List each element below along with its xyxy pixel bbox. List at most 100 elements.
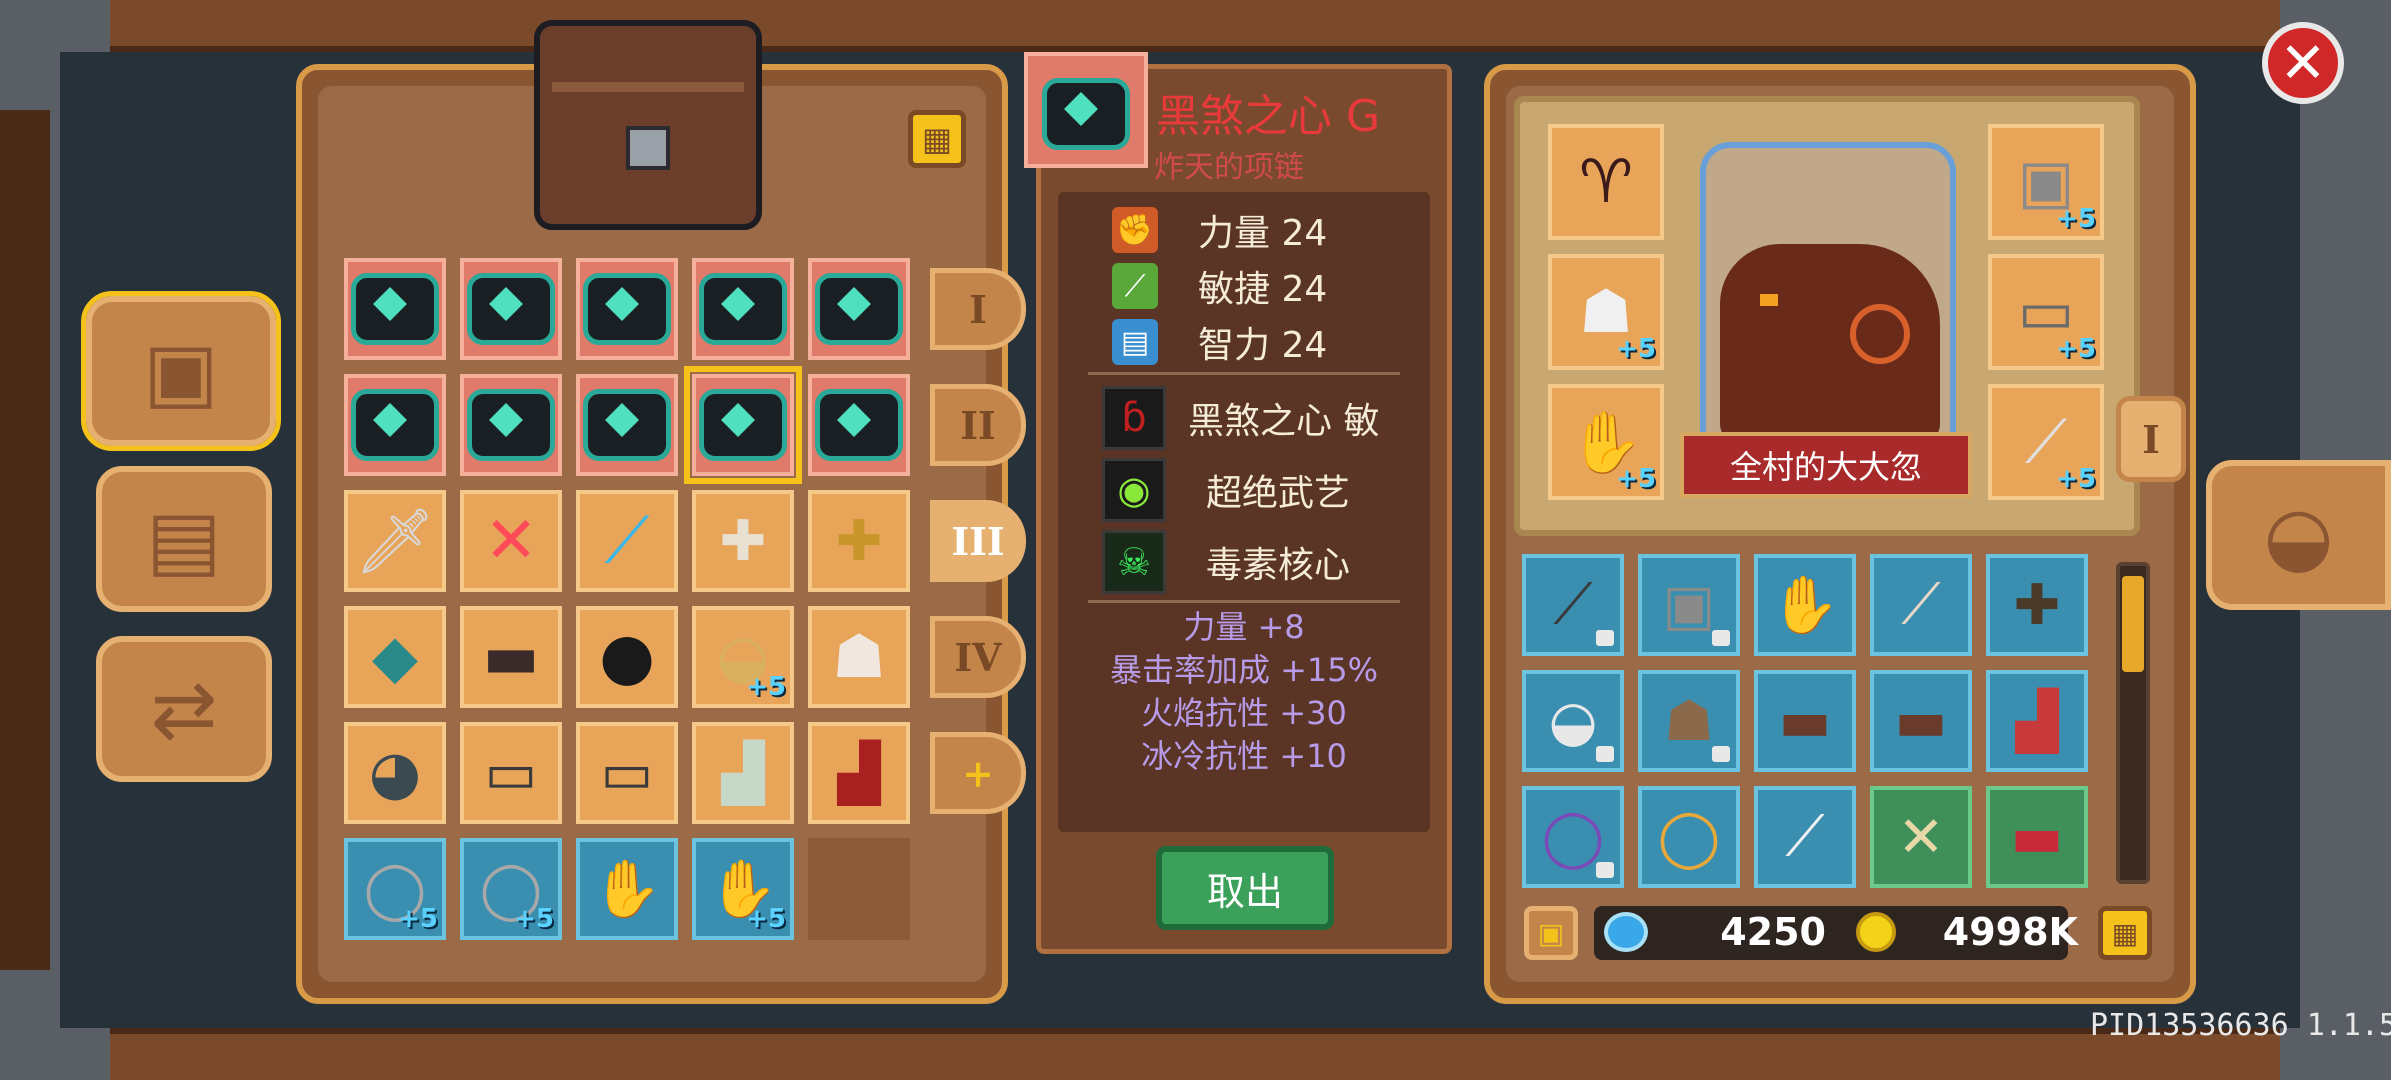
boots-icon: ▟	[2015, 688, 2059, 754]
skill-label: 超绝武艺	[1206, 473, 1351, 514]
backpack-slot[interactable]: ◒	[1522, 670, 1624, 772]
lock-toggle-button[interactable]: ▣	[1524, 906, 1578, 960]
storage-slot[interactable]	[344, 258, 446, 360]
backpack-slot[interactable]: ◯	[1522, 786, 1624, 888]
chest-armor-icon: ▬	[482, 622, 540, 692]
equip-slot-belt[interactable]: ▭ +5	[1988, 254, 2104, 370]
item-name: 黑煞之心 G	[1156, 91, 1381, 142]
storage-slot[interactable]: ✋	[576, 838, 678, 940]
gold-ring-icon: ◯	[1657, 804, 1721, 870]
storage-slot[interactable]	[576, 258, 678, 360]
backpack-slot[interactable]: ▬	[1754, 670, 1856, 772]
storage-slot[interactable]	[460, 374, 562, 476]
upgrade-badge: +5	[746, 904, 786, 934]
upgrade-badge: +5	[1616, 334, 1656, 364]
tab-label: I	[2142, 416, 2160, 462]
crossed-swords-icon: ✕	[1897, 804, 1945, 870]
equip-slot-necklace[interactable]: ♈	[1548, 124, 1664, 240]
bonus-line: 力量 +8	[1183, 608, 1305, 646]
blue-sword-icon: ⟋	[604, 504, 650, 578]
take-out-label: 取出	[1206, 869, 1283, 914]
backpack-slot[interactable]: ◯	[1638, 786, 1740, 888]
storage-slot[interactable]: ▬	[460, 606, 562, 708]
feather-icon: ⟋	[1785, 804, 1825, 869]
divider	[1088, 600, 1400, 603]
base-stats: ✊ 力量 24 ⟋ 敏捷 24 ▤ 智力 24	[1058, 202, 1430, 370]
lock-icon	[1596, 746, 1614, 762]
backpack-slot[interactable]: ▬	[1870, 670, 1972, 772]
character-name: 全村的大大忽	[1729, 448, 1922, 486]
storage-slot[interactable]	[344, 374, 446, 476]
necklace-item-icon	[583, 389, 671, 461]
backpack-slot[interactable]: ⟋	[1522, 554, 1624, 656]
tab-label: II	[960, 402, 996, 448]
upgrade-badge: +5	[2056, 464, 2096, 494]
sidebar-trade-button[interactable]: ⇄	[96, 636, 272, 782]
storage-slot[interactable]	[576, 374, 678, 476]
backpack-slot[interactable]: ▬	[1986, 786, 2088, 888]
sort-grid-button[interactable]: ▦	[2098, 906, 2152, 960]
upgrade-badge: +5	[1616, 464, 1656, 494]
storage-slot[interactable]: ✕	[460, 490, 562, 592]
backpack-scrollbar[interactable]	[2116, 562, 2150, 884]
storage-tab-3[interactable]: III	[930, 500, 1026, 582]
hero-select-button[interactable]: ◒	[2206, 460, 2391, 610]
storage-slot[interactable]: ◯ +5	[460, 838, 562, 940]
skill-label: 毒素核心	[1206, 545, 1351, 586]
character-tab-1[interactable]: I	[2116, 396, 2186, 482]
storage-tab-add[interactable]: +	[930, 732, 1026, 814]
sidebar-chest-button[interactable]: ▣	[81, 291, 281, 451]
equip-slot-weapon[interactable]: ⟋ +5	[1988, 384, 2104, 500]
backpack-slot[interactable]: ✕	[1870, 786, 1972, 888]
storage-slot[interactable]: ▭	[576, 722, 678, 824]
dark-helmet-icon: ●	[599, 620, 655, 694]
storage-slot[interactable]: ◕	[344, 722, 446, 824]
storage-slot[interactable]	[692, 258, 794, 360]
backpack-slot[interactable]: ⟋	[1754, 786, 1856, 888]
sort-grid-button[interactable]: ▦	[908, 110, 966, 168]
storage-slot[interactable]: ◆	[344, 606, 446, 708]
storage-slot[interactable]: ⟋	[576, 490, 678, 592]
storage-slot[interactable]: ▟	[808, 722, 910, 824]
backpack-slot[interactable]: ☗	[1638, 670, 1740, 772]
backpack-slot[interactable]: ▣	[1638, 554, 1740, 656]
backpack-slot[interactable]: ✚	[1986, 554, 2088, 656]
storage-slot[interactable]: ▟	[692, 722, 794, 824]
book-icon: ▤	[146, 492, 222, 586]
storage-tab-2[interactable]: II	[930, 384, 1026, 466]
storage-slot[interactable]: ☗	[808, 606, 910, 708]
gauntlet-icon: ✋	[1770, 573, 1840, 638]
storage-tab-1[interactable]: I	[930, 268, 1026, 350]
storage-slot[interactable]	[460, 258, 562, 360]
take-out-button[interactable]: 取出	[1156, 846, 1334, 930]
backpack-slot[interactable]: ✋	[1754, 554, 1856, 656]
storage-slot[interactable]: 🗡	[344, 490, 446, 592]
dark-flame-icon: ɓ	[1102, 386, 1166, 450]
equip-slot-armor[interactable]: ▣ +5	[1988, 124, 2104, 240]
lock-icon	[1596, 862, 1614, 878]
storage-slot[interactable]: ●	[576, 606, 678, 708]
storage-slot[interactable]	[808, 258, 910, 360]
gold-count: 4998K	[1942, 910, 2078, 954]
backpack-slot[interactable]: ⟋	[1870, 554, 1972, 656]
gold-coin-icon	[1856, 912, 1896, 952]
necklace-item-icon	[815, 273, 903, 345]
storage-slot-selected[interactable]	[684, 366, 802, 484]
equip-slot-helmet[interactable]: ☗ +5	[1548, 254, 1664, 370]
storage-slot[interactable]: ✚	[808, 490, 910, 592]
storage-slot[interactable]: ◯ +5	[344, 838, 446, 940]
sidebar-manual-button[interactable]: ▤	[96, 466, 272, 612]
storage-slot[interactable]: ▭	[460, 722, 562, 824]
storage-tab-4[interactable]: IV	[930, 616, 1026, 698]
bear-character-icon	[1720, 244, 1940, 444]
equip-slot-gauntlet[interactable]: ✋ +5	[1548, 384, 1664, 500]
storage-slot-empty[interactable]	[808, 838, 910, 940]
close-button[interactable]: ✕	[2262, 22, 2344, 104]
backpack-slot[interactable]: ▟	[1986, 670, 2088, 772]
storage-slot[interactable]: ✋ +5	[692, 838, 794, 940]
scrollbar-thumb[interactable]	[2122, 576, 2144, 672]
white-helmet-icon: ◒	[1548, 688, 1598, 754]
storage-slot[interactable]: ◒ +5	[692, 606, 794, 708]
storage-slot[interactable]: ✚	[692, 490, 794, 592]
storage-slot[interactable]	[808, 374, 910, 476]
